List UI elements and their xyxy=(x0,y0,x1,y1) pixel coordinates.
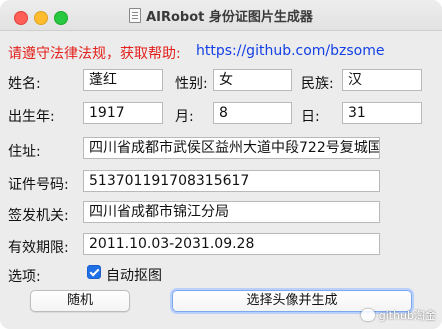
name-field[interactable]: 蓬红 xyxy=(83,69,163,91)
gender-field[interactable]: 女 xyxy=(213,69,292,91)
address-label: 住址: xyxy=(8,144,41,160)
day-label: 日: xyxy=(301,109,320,125)
birth-year-field[interactable]: 1917 xyxy=(83,102,163,124)
validity-field[interactable]: 2011.10.03-2031.09.28 xyxy=(83,233,380,255)
watermark-text: github淘金 xyxy=(378,309,436,322)
id-number-field[interactable]: 513701191708315617 xyxy=(83,170,380,192)
name-label: 姓名: xyxy=(8,76,41,92)
id-number-label: 证件号码: xyxy=(8,177,69,193)
authority-field[interactable]: 四川省成都市锦江分局 xyxy=(83,201,380,223)
document-icon xyxy=(129,7,142,23)
watermark: github淘金 xyxy=(360,307,436,323)
help-link[interactable]: https://github.com/bzsome xyxy=(196,43,385,59)
month-field[interactable]: 8 xyxy=(213,102,292,124)
address-field[interactable]: 四川省成都市武侯区益州大道中段722号复城国际 xyxy=(83,137,380,159)
random-button[interactable]: 随机 xyxy=(30,290,130,312)
day-field[interactable]: 31 xyxy=(342,102,422,124)
auto-cutout-label[interactable]: 自动抠图 xyxy=(106,265,162,285)
ethnicity-field[interactable]: 汉 xyxy=(342,69,422,91)
title-bar[interactable]: AIRobot 身份证图片生成器 xyxy=(0,0,442,31)
validity-label: 有效期限: xyxy=(8,240,69,256)
ethnicity-label: 民族: xyxy=(301,76,334,92)
window-title: AIRobot 身份证图片生成器 xyxy=(146,9,313,25)
form-panel: 请遵守法律法规，获取帮助: https://github.com/bzsome … xyxy=(0,31,442,329)
wechat-icon xyxy=(360,309,375,321)
legal-notice: 请遵守法律法规，获取帮助: xyxy=(8,46,181,62)
auto-cutout-checkbox[interactable] xyxy=(87,265,101,279)
authority-label: 签发机关: xyxy=(8,208,69,224)
month-label: 月: xyxy=(175,109,194,125)
options-label: 选项: xyxy=(8,269,41,285)
birth-year-label: 出生年: xyxy=(8,109,55,125)
window-title-group: AIRobot 身份证图片生成器 xyxy=(0,0,442,30)
gender-label: 性别: xyxy=(175,76,208,92)
app-window: AIRobot 身份证图片生成器 请遵守法律法规，获取帮助: https://g… xyxy=(0,0,442,329)
